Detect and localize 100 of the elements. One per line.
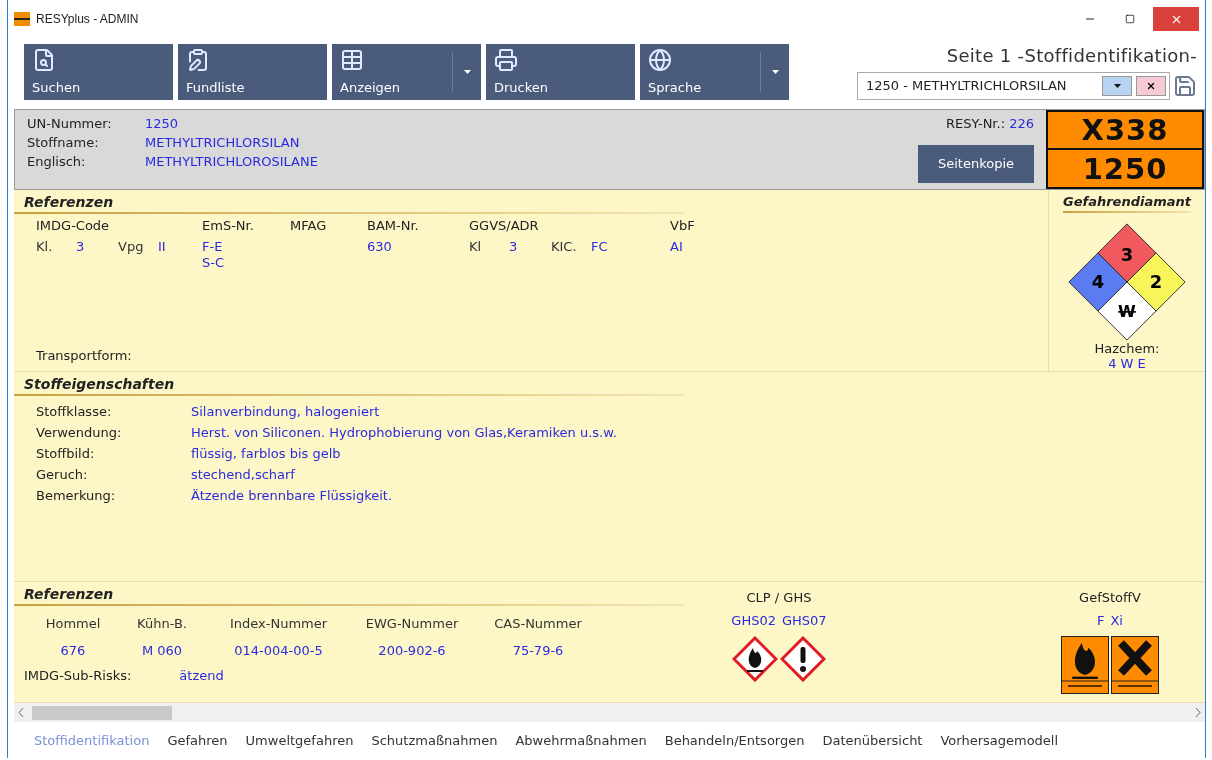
field-label: Transportform: xyxy=(36,348,133,364)
field-value: Silanverbindung, halogeniert xyxy=(191,404,381,420)
horizontal-scrollbar[interactable] xyxy=(14,702,1205,723)
field-label: Kl xyxy=(469,238,483,254)
field-label: Verwendung: xyxy=(36,425,123,441)
page-tab[interactable]: Behandeln/Entsorgen xyxy=(664,732,805,748)
column-label: EmS-Nr. xyxy=(202,217,255,233)
field-value: F-E xyxy=(202,238,224,254)
column-label: GefStoffV xyxy=(1079,590,1141,606)
column-label: Hommel xyxy=(44,616,102,632)
toolbar-button[interactable]: Anzeigen xyxy=(332,44,481,100)
field-value: flüssig, farblos bis gelb xyxy=(191,446,342,462)
field-value: 200-902-6 xyxy=(377,643,447,659)
field-label: RESY-Nr.: xyxy=(946,116,1006,131)
window-title: RESYplus - ADMIN xyxy=(36,12,140,26)
flammable-pictogram-icon xyxy=(732,636,778,683)
column-label: Index-Nummer xyxy=(228,616,329,632)
hazard-code: F xyxy=(1097,613,1105,629)
page-tab[interactable]: Schutzmaßnahmen xyxy=(371,732,498,748)
copy-button[interactable]: Seitenkopie xyxy=(918,144,1034,183)
special-hazard: W xyxy=(1118,301,1136,321)
field-value: 630 xyxy=(367,238,393,254)
column-label: Kühn-B. xyxy=(136,616,188,632)
caret-icon xyxy=(771,70,779,74)
field-value: 1250 xyxy=(145,116,180,131)
globe-icon xyxy=(648,48,672,72)
list-icon xyxy=(186,48,210,72)
field-label: Vpg xyxy=(118,238,145,254)
scroll-left-icon[interactable] xyxy=(18,708,24,718)
field-value: II xyxy=(158,238,167,254)
field-value: 676 xyxy=(59,643,87,659)
caret-icon xyxy=(463,70,471,74)
table-icon xyxy=(340,48,364,72)
page-tab[interactable]: Vorhersagemodell xyxy=(940,732,1059,748)
field-value: 226 xyxy=(1009,116,1034,131)
field-label: Kl. xyxy=(36,238,54,254)
field-label: Englisch: xyxy=(27,154,87,169)
toolbar-button[interactable]: Drucken xyxy=(486,44,635,100)
field-value: Ätzende brennbare Flüssigkeit. xyxy=(191,488,394,504)
field-label: Stoffbild: xyxy=(36,446,96,462)
section-title: Referenzen xyxy=(14,193,684,214)
field-label: Stoffname: xyxy=(27,135,100,150)
close-icon xyxy=(1146,80,1156,91)
field-value: AI xyxy=(670,238,684,254)
field-label: Bemerkung: xyxy=(36,488,117,504)
section-title: Referenzen xyxy=(14,582,684,607)
save-icon[interactable] xyxy=(1173,73,1197,98)
flammable-symbol-icon xyxy=(1061,636,1109,695)
page-tab[interactable]: Abwehrmaßnahmen xyxy=(515,732,647,748)
search-icon xyxy=(32,48,56,72)
field-value: M 060 xyxy=(140,643,184,659)
hazard-number: X338 xyxy=(1048,112,1202,149)
column-label: EWG-Nummer xyxy=(364,616,460,632)
toolbar-button[interactable]: Sprache xyxy=(640,44,789,100)
field-value: 3 xyxy=(509,238,519,254)
print-icon xyxy=(494,48,518,72)
clear-button[interactable] xyxy=(1136,75,1166,96)
field-value: METHYLTRICHLOROSILANE xyxy=(145,154,319,169)
field-label: UN-Nummer: xyxy=(27,116,113,131)
ghs-code: GHS07 xyxy=(782,613,827,629)
irritant-symbol-icon xyxy=(1111,636,1159,695)
health-rating: 4 xyxy=(1091,271,1105,293)
scrollbar-thumb[interactable] xyxy=(32,705,172,720)
page-title: Seite 1 -Stoffidentifikation- xyxy=(946,44,1197,66)
ghs-code: GHS02 xyxy=(731,613,776,629)
toolbar-button[interactable]: Fundliste xyxy=(178,44,327,100)
field-value: 014-004-00-5 xyxy=(233,643,324,659)
maximize-icon xyxy=(1125,14,1135,24)
flammability-rating: 3 xyxy=(1120,243,1134,265)
page-tab[interactable]: Datenübersicht xyxy=(822,732,923,748)
column-label: IMDG-Code xyxy=(36,217,111,233)
section-title: Gefahrendiamant xyxy=(1063,193,1191,213)
field-value: ätzend xyxy=(179,668,224,684)
column-label: CLP / GHS xyxy=(746,590,812,606)
column-label: MFAG xyxy=(290,217,328,233)
field-value: FC xyxy=(591,238,609,254)
un-number: 1250 xyxy=(1048,150,1202,187)
field-value: Herst. von Siliconen. Hydrophobierung von Glas,Keramiken u.s.w. xyxy=(191,425,618,441)
scroll-right-icon[interactable] xyxy=(1195,708,1201,718)
caret-icon xyxy=(1113,83,1121,88)
substance-select[interactable]: 1250 - METHYLTRICHLORSILAN xyxy=(857,71,1170,100)
column-label: VbF xyxy=(670,217,696,233)
field-value: stechend,scharf xyxy=(191,467,296,483)
toolbar-button[interactable]: Suchen xyxy=(24,44,173,100)
page-tab[interactable]: Umweltgefahren xyxy=(245,732,354,748)
column-label: GGVS/ADR xyxy=(469,217,540,233)
field-label: Hazchem: xyxy=(1094,340,1160,356)
field-label: Geruch: xyxy=(36,467,89,483)
field-value: 4 W E xyxy=(1108,355,1146,371)
field-label: IMDG-Sub-Risks: xyxy=(24,668,132,684)
page-tab[interactable]: Gefahren xyxy=(167,732,228,748)
dropdown-button[interactable] xyxy=(1102,75,1132,96)
column-label: CAS-Nummer xyxy=(493,616,583,632)
app-icon xyxy=(14,12,30,26)
field-label: Stoffklasse: xyxy=(36,404,113,420)
reactivity-rating: 2 xyxy=(1149,271,1163,293)
field-label: KIC. xyxy=(551,238,578,254)
field-value: METHYLTRICHLORSILAN xyxy=(145,135,301,150)
section-title: Stoffeigenschaften xyxy=(14,376,684,397)
field-value: 75-79-6 xyxy=(511,643,565,659)
